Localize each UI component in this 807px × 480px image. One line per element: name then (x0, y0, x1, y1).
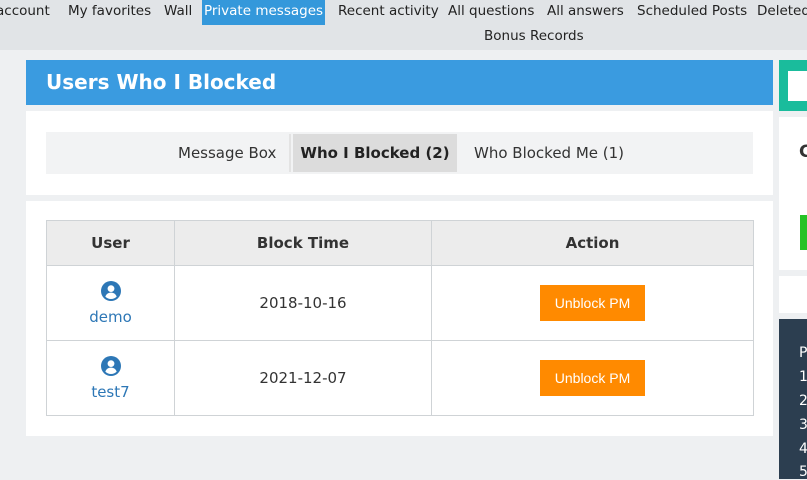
nav-item-scheduled-posts[interactable]: Scheduled Posts (637, 0, 747, 25)
nav-item-my-favorites[interactable]: My favorites (68, 0, 151, 25)
nav-item-bonus-records[interactable]: Bonus Records (484, 25, 584, 50)
nav-item-private-messages[interactable]: Private messages (202, 0, 325, 25)
tab-who-blocked-me[interactable]: Who Blocked Me (1) (474, 134, 624, 172)
column-header-action: Action (431, 220, 754, 266)
page-header: Users Who I Blocked (26, 60, 773, 105)
sidebar-search-input[interactable] (788, 71, 807, 101)
sidebar-list-number: 3 (799, 417, 807, 433)
user-link[interactable]: demo (47, 308, 174, 326)
page-title: Users Who I Blocked (46, 70, 277, 94)
block-time-cell: 2018-10-16 (174, 265, 432, 341)
table-header-row: User Block Time Action (46, 220, 754, 266)
user-cell: test7 (46, 340, 175, 416)
column-header-user: User (46, 220, 175, 266)
sidebar-list-number: 1 (799, 369, 807, 385)
action-cell: Unblock PM (431, 265, 754, 341)
tab-who-i-blocked[interactable]: Who I Blocked (2) (293, 134, 457, 172)
sidebar-list-number: 4 (799, 441, 807, 457)
column-header-block-time: Block Time (174, 220, 432, 266)
table-row: demo 2018-10-16 Unblock PM (46, 265, 754, 341)
tab-message-box[interactable]: Message Box (178, 134, 276, 172)
user-link[interactable]: test7 (47, 383, 174, 401)
nav-item-all-questions[interactable]: All questions (448, 0, 534, 25)
sidebar-list-number: 2 (799, 393, 807, 409)
tabs-card: Message Box Who I Blocked (2) Who Blocke… (26, 111, 773, 195)
blocked-users-table: User Block Time Action demo 2018-10-16 U… (46, 220, 754, 416)
sidebar-list-header: P (799, 345, 807, 361)
sidebar-card: C (779, 117, 807, 270)
blocked-users-card: User Block Time Action demo 2018-10-16 U… (26, 201, 773, 436)
table-row: test7 2021-12-07 Unblock PM (46, 340, 754, 416)
sidebar-list-number: 5 (799, 464, 807, 480)
nav-item-recent-activity[interactable]: Recent activity (338, 0, 439, 25)
tab-divider (289, 134, 291, 172)
sidebar-search-widget (779, 60, 807, 111)
unblock-pm-button[interactable]: Unblock PM (540, 285, 645, 321)
nav-item-all-answers[interactable]: All answers (547, 0, 624, 25)
user-circle-icon[interactable] (100, 355, 121, 376)
sidebar-card-title: C (799, 142, 807, 162)
tab-strip: Message Box Who I Blocked (2) Who Blocke… (46, 132, 753, 174)
sidebar-green-button[interactable] (800, 215, 807, 250)
unblock-pm-button[interactable]: Unblock PM (540, 360, 645, 396)
nav-item-wall[interactable]: Wall (164, 0, 192, 25)
nav-item-account[interactable]: account (0, 0, 50, 25)
user-circle-icon[interactable] (100, 280, 121, 301)
user-cell: demo (46, 265, 175, 341)
sidebar-card-secondary (779, 276, 807, 313)
top-nav: account My favorites Wall Private messag… (0, 0, 807, 50)
nav-item-deleted[interactable]: Deleted (757, 0, 807, 25)
block-time-cell: 2021-12-07 (174, 340, 432, 416)
action-cell: Unblock PM (431, 340, 754, 416)
sidebar-dark-widget: P 1 2 3 4 5 (779, 319, 807, 480)
